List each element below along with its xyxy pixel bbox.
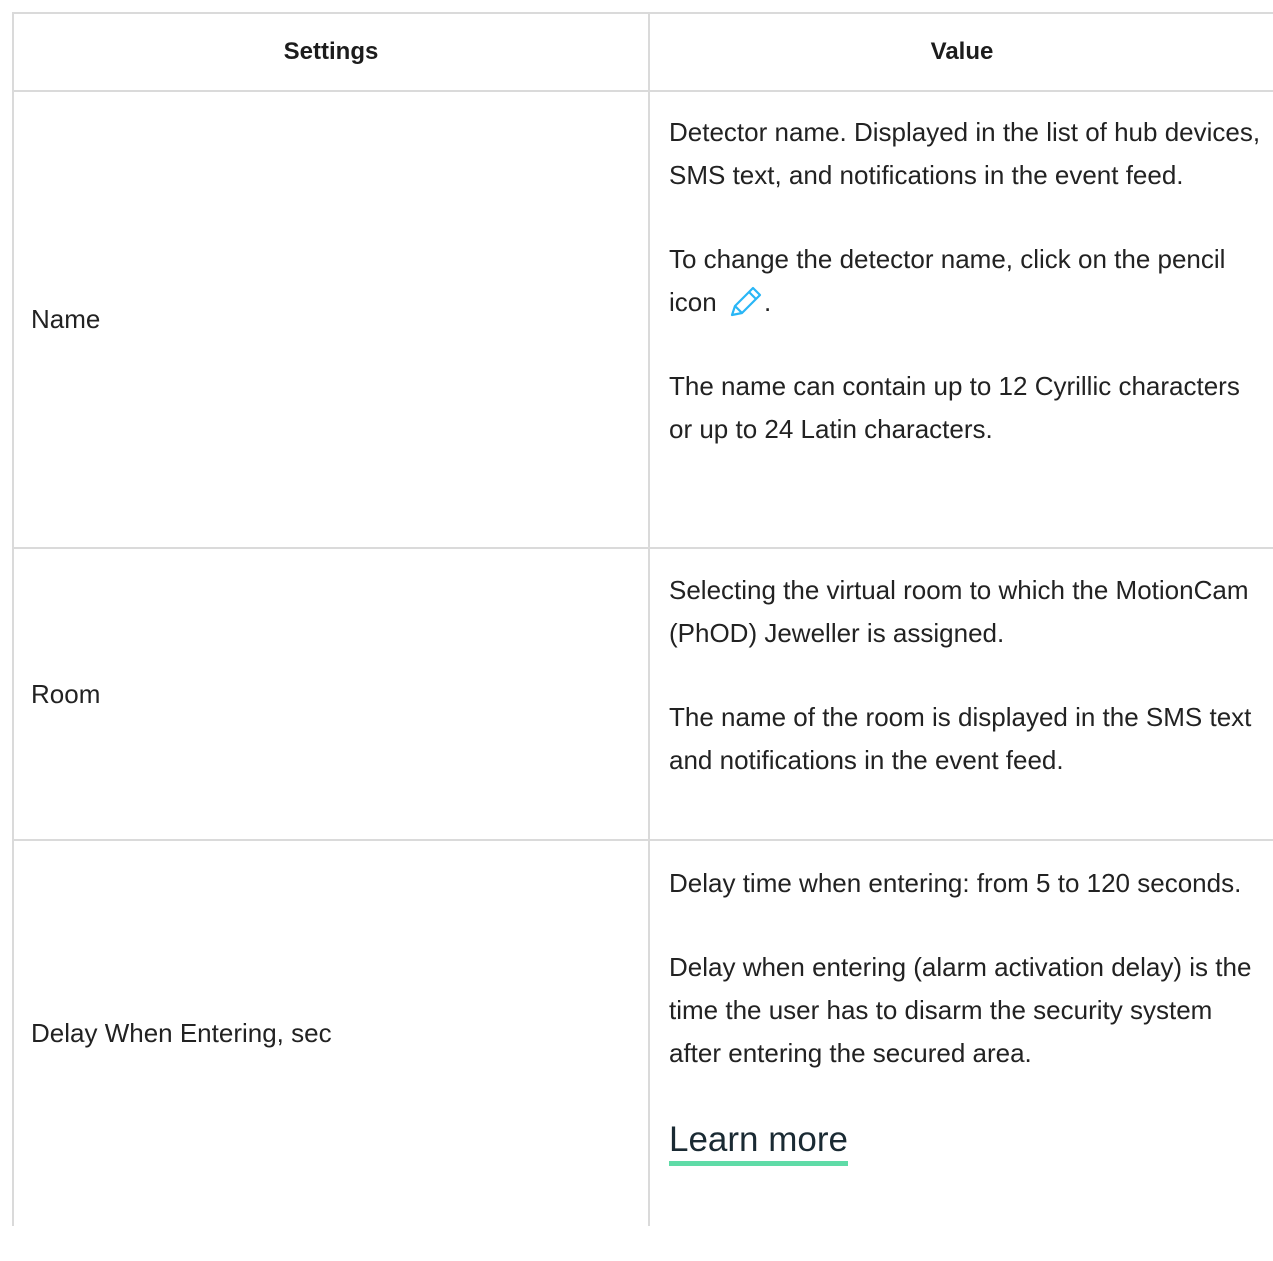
value-paragraph: To change the detector name, click on th… xyxy=(669,238,1262,324)
value-paragraph: Delay time when entering: from 5 to 120 … xyxy=(669,868,1242,898)
setting-name-cell: Room xyxy=(12,547,650,841)
setting-value-cell: Delay time when entering: from 5 to 120 … xyxy=(648,839,1273,1226)
value-paragraph: Detector name. Displayed in the list of … xyxy=(669,117,1261,190)
value-paragraph: Learn more xyxy=(669,1116,1262,1166)
value-paragraph: Delay when entering (alarm activation de… xyxy=(669,952,1252,1068)
settings-table: Settings Value Name Detector name. Displ… xyxy=(12,12,1273,1226)
value-paragraph: The name of the room is displayed in the… xyxy=(669,702,1252,775)
value-paragraph: The name can contain up to 12 Cyrillic c… xyxy=(669,371,1240,444)
learn-more-link[interactable]: Learn more xyxy=(669,1120,848,1166)
setting-value-cell: Selecting the virtual room to which the … xyxy=(648,547,1273,841)
pencil-icon xyxy=(730,286,762,317)
column-header-value: Value xyxy=(648,12,1273,92)
value-paragraph: Selecting the virtual room to which the … xyxy=(669,575,1249,648)
column-header-settings: Settings xyxy=(12,12,650,92)
setting-name-cell: Name xyxy=(12,90,650,549)
value-text: . xyxy=(763,287,772,317)
setting-value-cell: Detector name. Displayed in the list of … xyxy=(648,90,1273,549)
table-header-row: Settings Value xyxy=(12,12,1273,92)
table-row: Room Selecting the virtual room to which… xyxy=(12,547,1273,841)
table-row: Name Detector name. Displayed in the lis… xyxy=(12,90,1273,549)
table-row: Delay When Entering, sec Delay time when… xyxy=(12,839,1273,1226)
setting-name-cell: Delay When Entering, sec xyxy=(12,839,650,1226)
